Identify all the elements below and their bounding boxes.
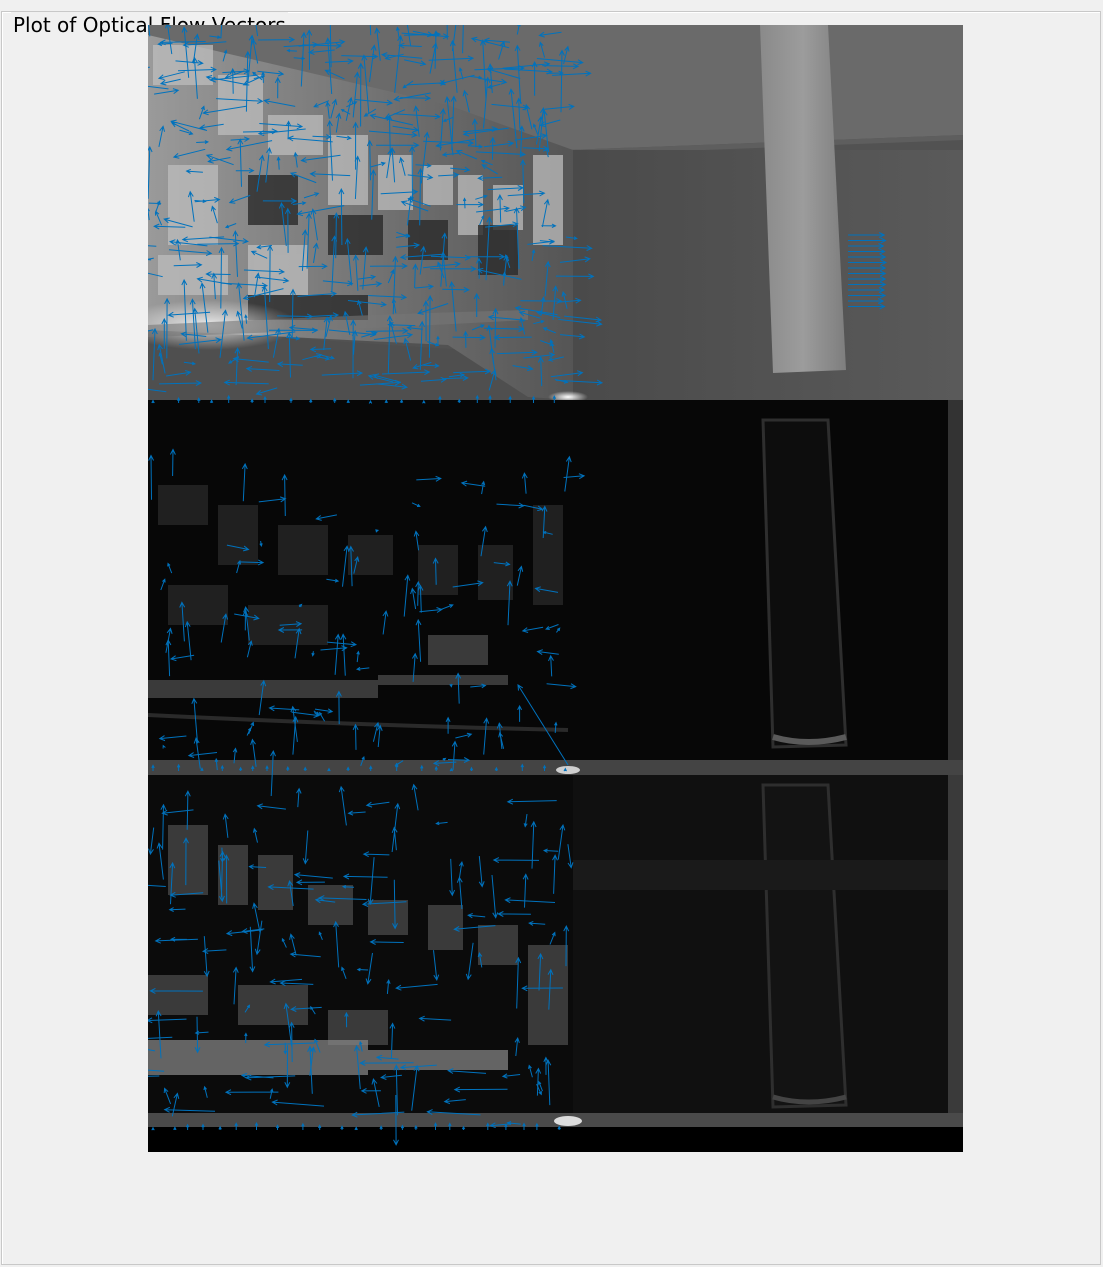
frame-2-image — [148, 400, 963, 775]
frame-1-image — [148, 25, 963, 403]
frame-3-image — [148, 775, 963, 1152]
flow-plot-axes[interactable] — [148, 25, 963, 1152]
